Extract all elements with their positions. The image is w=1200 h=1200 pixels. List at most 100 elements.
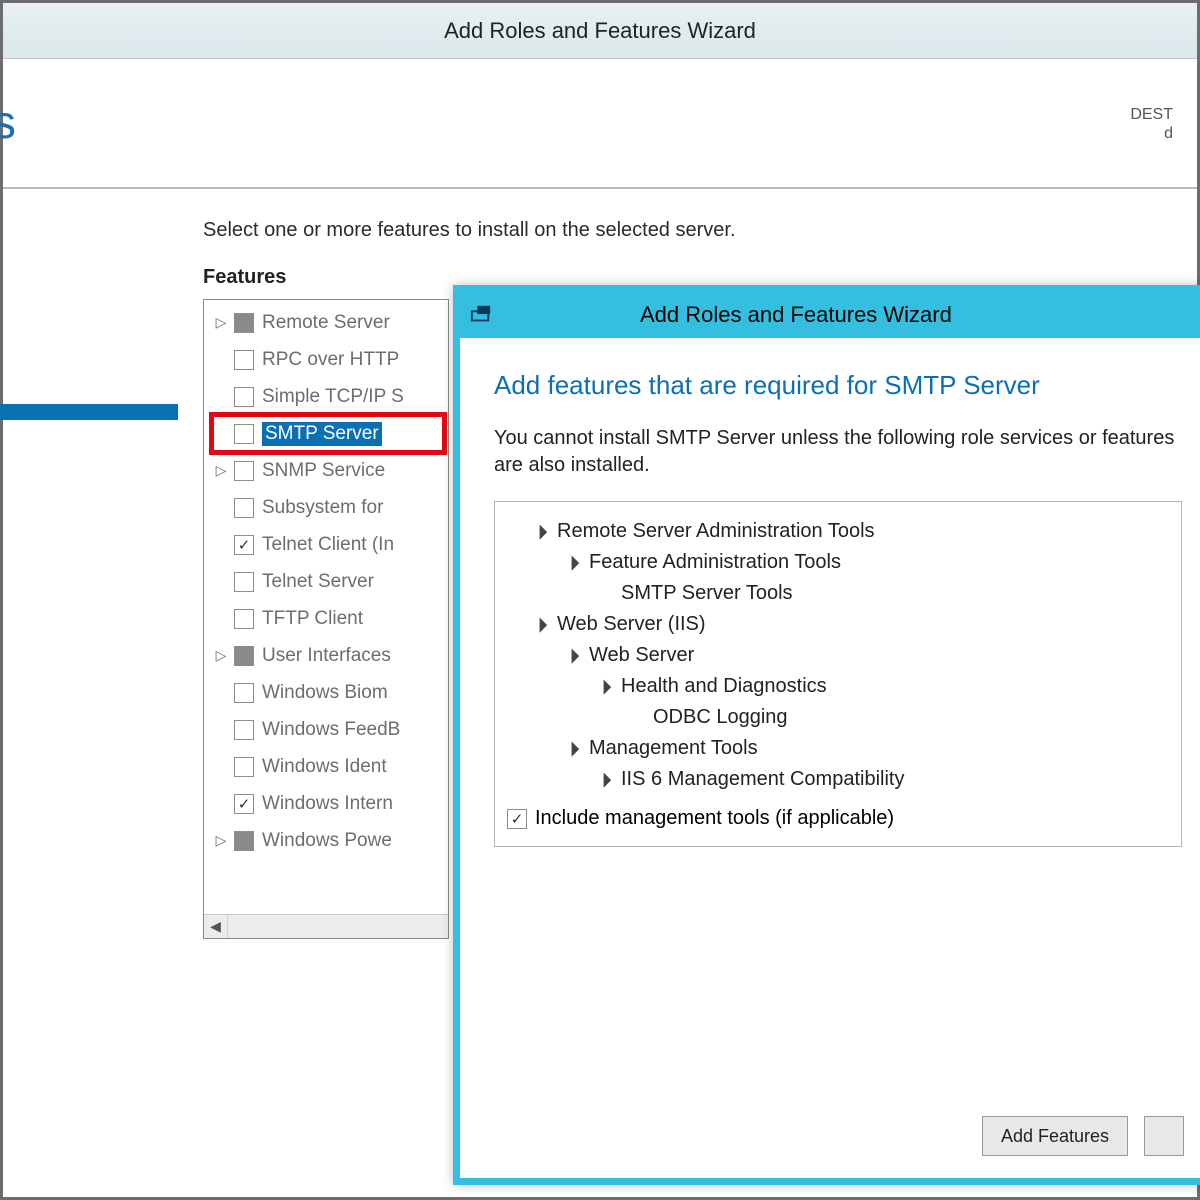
tree-expanded-icon: ◢ xyxy=(590,673,616,699)
feature-label: Windows FeedB xyxy=(262,719,400,741)
feature-row-windows-feedb[interactable]: Windows FeedB xyxy=(212,711,444,748)
instruction-text: Select one or more features to install o… xyxy=(203,219,1197,242)
required-features-dialog: Add Roles and Features Wizard Add featur… xyxy=(453,285,1200,1185)
feature-label: Windows Intern xyxy=(262,793,393,815)
feature-row-telnet-server[interactable]: Telnet Server xyxy=(212,563,444,600)
feature-checkbox[interactable] xyxy=(234,757,254,777)
feature-row-windows-ident[interactable]: Windows Ident xyxy=(212,748,444,785)
feature-row-simple-tcp-ip-s[interactable]: Simple TCP/IP S xyxy=(212,378,444,415)
feature-row-windows-biom[interactable]: Windows Biom xyxy=(212,674,444,711)
tree-expanded-icon: ◢ xyxy=(558,642,584,668)
feature-checkbox[interactable] xyxy=(234,794,254,814)
feature-checkbox[interactable] xyxy=(234,646,254,666)
nav-before-you-begin[interactable]: egin xyxy=(0,239,178,278)
feature-row-snmp-service[interactable]: ▷SNMP Service xyxy=(212,452,444,489)
tree-expanded-icon: ◢ xyxy=(558,735,584,761)
scroll-left-button[interactable]: ◀ xyxy=(204,915,228,938)
feature-row-smtp-server[interactable]: SMTP Server xyxy=(212,415,444,452)
feature-checkbox[interactable] xyxy=(234,424,254,444)
feature-row-tftp-client[interactable]: TFTP Client xyxy=(212,600,444,637)
window-titlebar: Add Roles and Features Wizard xyxy=(3,3,1197,59)
feature-checkbox[interactable] xyxy=(234,498,254,518)
destination-line-2: d xyxy=(1164,125,1173,142)
server-manager-icon xyxy=(470,304,492,326)
add-features-button[interactable]: Add Features xyxy=(982,1116,1128,1156)
feature-row-subsystem-for[interactable]: Subsystem for xyxy=(212,489,444,526)
feature-label: Windows Biom xyxy=(262,682,388,704)
required-features-box: ◢Remote Server Administration Tools◢Feat… xyxy=(494,501,1182,847)
tree-expanded-icon: ◢ xyxy=(526,611,552,637)
required-feature-row: ◢Management Tools xyxy=(507,733,1169,764)
destination-line-1: DEST xyxy=(1130,106,1173,123)
feature-checkbox[interactable] xyxy=(234,572,254,592)
required-feature-label: SMTP Server Tools xyxy=(621,582,793,605)
nav-server-selection[interactable]: tion xyxy=(0,317,178,356)
required-feature-label: Health and Diagnostics xyxy=(621,675,827,698)
feature-row-telnet-client-in[interactable]: Telnet Client (In xyxy=(212,526,444,563)
required-feature-row: ◢Web Server (IIS) xyxy=(507,609,1169,640)
feature-checkbox[interactable] xyxy=(234,535,254,555)
nav-confirmation[interactable] xyxy=(0,426,178,442)
tree-expander-icon[interactable]: ▷ xyxy=(212,314,230,331)
required-feature-label: Remote Server Administration Tools xyxy=(557,520,875,543)
required-feature-row: ◢IIS 6 Management Compatibility xyxy=(507,764,1169,795)
feature-label: Windows Powe xyxy=(262,830,392,852)
tree-expanded-icon: ◢ xyxy=(590,766,616,792)
feature-checkbox[interactable] xyxy=(234,831,254,851)
feature-checkbox[interactable] xyxy=(234,720,254,740)
feature-label: SMTP Server xyxy=(262,422,382,446)
header-separator xyxy=(3,187,1197,189)
feature-row-windows-powe[interactable]: ▷ Windows Powe xyxy=(212,822,444,859)
wizard-window: Add Roles and Features Wizard atures DES… xyxy=(0,0,1200,1200)
required-feature-row: ◢Feature Administration Tools xyxy=(507,547,1169,578)
required-feature-row: ◢Health and Diagnostics xyxy=(507,671,1169,702)
tree-expanded-icon: ◢ xyxy=(526,518,552,544)
feature-checkbox[interactable] xyxy=(234,313,254,333)
dialog-body: Add features that are required for SMTP … xyxy=(460,338,1200,847)
required-feature-label: IIS 6 Management Compatibility xyxy=(621,768,904,791)
tree-expander-icon[interactable]: ▷ xyxy=(212,647,230,664)
required-feature-row: ◢Remote Server Administration Tools xyxy=(507,516,1169,547)
required-feature-label: Feature Administration Tools xyxy=(589,551,841,574)
page-heading: atures xyxy=(0,95,17,149)
nav-features-current[interactable] xyxy=(0,404,178,420)
feature-label: User Interfaces xyxy=(262,645,391,667)
cancel-button[interactable] xyxy=(1144,1116,1184,1156)
feature-label: Windows Ident xyxy=(262,756,387,778)
feature-checkbox[interactable] xyxy=(234,350,254,370)
features-tree: ▷ Remote Server RPC over HTTP Simple TCP/IP… xyxy=(203,299,449,939)
required-feature-row: ◢Web Server xyxy=(507,640,1169,671)
feature-row-rpc-over-http[interactable]: RPC over HTTP xyxy=(212,341,444,378)
required-feature-label: Web Server xyxy=(589,644,694,667)
feature-label: Simple TCP/IP S xyxy=(262,386,404,408)
destination-label: DEST d xyxy=(1130,105,1173,143)
required-feature-label: Web Server (IIS) xyxy=(557,613,706,636)
feature-row-remote-server[interactable]: ▷ Remote Server xyxy=(212,304,444,341)
required-feature-label: ODBC Logging xyxy=(653,706,788,729)
horizontal-scrollbar[interactable]: ◀ xyxy=(204,914,448,938)
dialog-description: You cannot install SMTP Server unless th… xyxy=(494,425,1182,479)
feature-checkbox[interactable] xyxy=(234,683,254,703)
tree-expander-icon[interactable]: ▷ xyxy=(212,462,230,479)
tree-expanded-icon: ◢ xyxy=(558,549,584,575)
feature-row-windows-intern[interactable]: Windows Intern xyxy=(212,785,444,822)
wizard-nav: egin ype tion xyxy=(0,239,178,442)
feature-checkbox[interactable] xyxy=(234,461,254,481)
nav-server-roles[interactable] xyxy=(0,356,178,372)
feature-checkbox[interactable] xyxy=(234,609,254,629)
feature-label: Telnet Server xyxy=(262,571,374,593)
required-feature-label: Management Tools xyxy=(589,737,758,760)
include-management-tools-checkbox[interactable] xyxy=(507,809,527,829)
feature-label: Telnet Client (In xyxy=(262,534,394,556)
window-content: atures DEST d egin ype tion Select one o… xyxy=(3,59,1197,1197)
dialog-title: Add Roles and Features Wizard xyxy=(640,302,952,328)
feature-row-user-interfaces[interactable]: ▷ User Interfaces xyxy=(212,637,444,674)
feature-label: TFTP Client xyxy=(262,608,363,630)
include-management-tools-row: Include management tools (if applicable) xyxy=(507,807,1169,830)
feature-label: Remote Server xyxy=(262,312,390,334)
nav-installation-type[interactable]: ype xyxy=(0,278,178,317)
feature-label: RPC over HTTP xyxy=(262,349,399,371)
window-title: Add Roles and Features Wizard xyxy=(444,18,756,44)
tree-expander-icon[interactable]: ▷ xyxy=(212,832,230,849)
feature-checkbox[interactable] xyxy=(234,387,254,407)
